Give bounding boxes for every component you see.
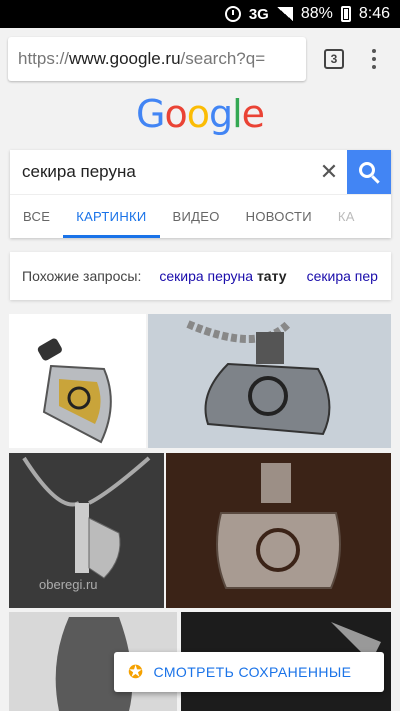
axe-pendant-image [9,314,146,448]
logo-letter: o [164,92,187,136]
browser-toolbar: https://www.google.ru/search?q= 3 [0,28,400,90]
watermark: oberegi.ru [39,577,98,592]
overflow-menu-icon[interactable] [356,37,392,81]
star-icon: ✪ [128,661,144,682]
logo-letter: G [135,92,165,136]
battery-icon [340,6,351,22]
battery-percent: 88% [300,5,333,22]
alarm-icon [224,6,241,22]
axe-pendant-image [166,453,391,608]
search-card: секира перуна ✕ ВСЕ КАРТИНКИ ВИДЕО НОВОС… [10,150,391,238]
search-input[interactable]: секира перуна [10,162,311,182]
related-label: Похожие запросы: [22,268,142,284]
clear-icon[interactable]: ✕ [311,150,347,194]
image-result[interactable] [166,453,391,608]
image-result[interactable] [9,314,146,448]
logo-letter: l [232,92,243,136]
url-bar[interactable]: https://www.google.ru/search?q= [8,37,306,81]
logo-letter: o [186,92,210,136]
clock: 8:46 [358,5,390,22]
tab-news[interactable]: НОВОСТИ [233,195,325,238]
url-scheme: https:// [18,49,70,68]
tab-count: 3 [324,49,344,69]
image-result[interactable]: oberegi.ru [9,453,164,608]
tab-maps[interactable]: КА [325,195,368,238]
related-searches: Похожие запросы: секира перуна тату секи… [10,252,391,300]
related-chip[interactable]: секира перуна тату [159,268,286,284]
view-saved-label: СМОТРЕТЬ СОХРАНЕННЫЕ [153,664,352,680]
tab-all[interactable]: ВСЕ [10,195,63,238]
related-chip[interactable]: секира пер [307,268,378,284]
search-tabs: ВСЕ КАРТИНКИ ВИДЕО НОВОСТИ КА [10,194,391,238]
url-path: /search?q= [180,49,266,68]
google-logo[interactable]: Google [0,92,400,136]
tab-video[interactable]: ВИДЕО [160,195,233,238]
search-icon [359,162,375,178]
search-button[interactable] [347,150,391,194]
signal-icon [276,7,293,21]
logo-letter: e [241,92,265,136]
view-saved-button[interactable]: ✪ СМОТРЕТЬ СОХРАНЕННЫЕ [114,652,384,692]
tab-images[interactable]: КАРТИНКИ [63,195,160,238]
status-bar: 3G 88% 8:46 [0,0,400,28]
network-indicator: 3G [248,5,269,23]
axe-pendant-image [148,314,391,448]
logo-letter: g [208,92,233,136]
url-host: www.google.ru [69,49,181,68]
image-result[interactable] [148,314,391,448]
tab-switcher-button[interactable]: 3 [312,37,356,81]
